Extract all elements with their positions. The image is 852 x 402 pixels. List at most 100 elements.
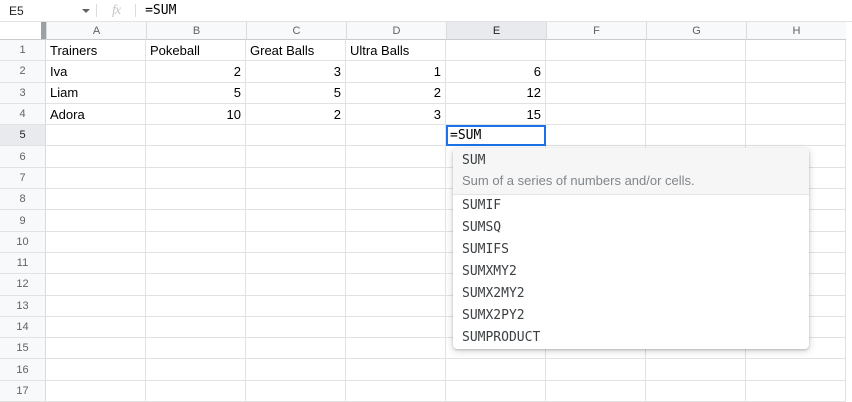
column-header-f[interactable]: F <box>546 22 646 40</box>
cell-h16[interactable] <box>746 359 846 380</box>
cell-f1[interactable] <box>546 40 646 61</box>
row-header-14[interactable]: 14 <box>0 317 46 338</box>
cell-c3[interactable]: 5 <box>246 83 346 104</box>
autocomplete-item-sumxmy2[interactable]: SUMXMY2 <box>453 261 809 283</box>
cell-g17[interactable] <box>646 381 746 402</box>
autocomplete-item-sumif[interactable]: SUMIF <box>453 195 809 217</box>
cell-f16[interactable] <box>546 359 646 380</box>
row-header-1[interactable]: 1 <box>0 40 46 61</box>
cell-a1[interactable]: Trainers <box>46 40 146 61</box>
row-header-11[interactable]: 11 <box>0 253 46 274</box>
cell-g2[interactable] <box>646 61 746 82</box>
cell-e17[interactable] <box>446 381 546 402</box>
cell-b17[interactable] <box>146 381 246 402</box>
cell-c17[interactable] <box>246 381 346 402</box>
cell-a7[interactable] <box>46 168 146 189</box>
cell-c12[interactable] <box>246 274 346 295</box>
name-box[interactable]: E5 <box>0 0 96 21</box>
cell-h1[interactable] <box>746 40 846 61</box>
cell-b14[interactable] <box>146 317 246 338</box>
column-header-h[interactable]: H <box>746 22 846 40</box>
cell-e2[interactable]: 6 <box>446 61 546 82</box>
select-all-corner[interactable] <box>0 22 46 40</box>
autocomplete-item-sumx2py2[interactable]: SUMX2PY2 <box>453 305 809 327</box>
cell-a17[interactable] <box>46 381 146 402</box>
cell-b11[interactable] <box>146 253 246 274</box>
chevron-down-icon[interactable] <box>82 9 90 13</box>
cell-e5-editing[interactable]: =SUM <box>446 125 546 146</box>
cell-f5[interactable] <box>546 125 646 146</box>
cell-d17[interactable] <box>346 381 446 402</box>
cell-c14[interactable] <box>246 317 346 338</box>
cell-d4[interactable]: 3 <box>346 104 446 125</box>
cell-a3[interactable]: Liam <box>46 83 146 104</box>
autocomplete-item-sum[interactable]: SUM Sum of a series of numbers and/or ce… <box>453 148 809 195</box>
cell-a4[interactable]: Adora <box>46 104 146 125</box>
cell-b15[interactable] <box>146 338 246 359</box>
cell-e3[interactable]: 12 <box>446 83 546 104</box>
cell-c4[interactable]: 2 <box>246 104 346 125</box>
cell-d8[interactable] <box>346 189 446 210</box>
cell-c6[interactable] <box>246 146 346 167</box>
cell-c15[interactable] <box>246 338 346 359</box>
column-header-b[interactable]: B <box>146 22 246 40</box>
cell-e16[interactable] <box>446 359 546 380</box>
row-header-2[interactable]: 2 <box>0 61 46 82</box>
cell-d5[interactable] <box>346 125 446 146</box>
cell-b12[interactable] <box>146 274 246 295</box>
cell-d16[interactable] <box>346 359 446 380</box>
cell-g4[interactable] <box>646 104 746 125</box>
cell-c16[interactable] <box>246 359 346 380</box>
row-header-4[interactable]: 4 <box>0 104 46 125</box>
cell-d10[interactable] <box>346 232 446 253</box>
cell-c13[interactable] <box>246 296 346 317</box>
formula-input[interactable]: =SUM <box>145 3 176 18</box>
cell-b6[interactable] <box>146 146 246 167</box>
cell-b9[interactable] <box>146 210 246 231</box>
cell-h17[interactable] <box>746 381 846 402</box>
row-header-12[interactable]: 12 <box>0 274 46 295</box>
cell-d11[interactable] <box>346 253 446 274</box>
cell-g1[interactable] <box>646 40 746 61</box>
cell-e4[interactable]: 15 <box>446 104 546 125</box>
cell-c9[interactable] <box>246 210 346 231</box>
autocomplete-item-sumifs[interactable]: SUMIFS <box>453 239 809 261</box>
autocomplete-item-sumproduct[interactable]: SUMPRODUCT <box>453 327 809 349</box>
cell-d15[interactable] <box>346 338 446 359</box>
cell-c8[interactable] <box>246 189 346 210</box>
cell-e1[interactable] <box>446 40 546 61</box>
cell-b10[interactable] <box>146 232 246 253</box>
cell-b16[interactable] <box>146 359 246 380</box>
row-header-13[interactable]: 13 <box>0 296 46 317</box>
cell-a8[interactable] <box>46 189 146 210</box>
cell-a5[interactable] <box>46 125 146 146</box>
cell-b8[interactable] <box>146 189 246 210</box>
cell-g16[interactable] <box>646 359 746 380</box>
cell-f3[interactable] <box>546 83 646 104</box>
row-header-17[interactable]: 17 <box>0 381 46 402</box>
row-header-10[interactable]: 10 <box>0 232 46 253</box>
autocomplete-item-sumsq[interactable]: SUMSQ <box>453 217 809 239</box>
cell-a9[interactable] <box>46 210 146 231</box>
cell-h2[interactable] <box>746 61 846 82</box>
cell-b4[interactable]: 10 <box>146 104 246 125</box>
row-header-6[interactable]: 6 <box>0 146 46 167</box>
cell-a6[interactable] <box>46 146 146 167</box>
column-header-a[interactable]: A <box>46 22 146 40</box>
cell-d12[interactable] <box>346 274 446 295</box>
cell-d2[interactable]: 1 <box>346 61 446 82</box>
cell-c7[interactable] <box>246 168 346 189</box>
cell-d9[interactable] <box>346 210 446 231</box>
cell-a10[interactable] <box>46 232 146 253</box>
cell-g5[interactable] <box>646 125 746 146</box>
row-header-5[interactable]: 5 <box>0 125 46 146</box>
row-header-3[interactable]: 3 <box>0 83 46 104</box>
cell-b5[interactable] <box>146 125 246 146</box>
cell-a11[interactable] <box>46 253 146 274</box>
column-header-c[interactable]: C <box>246 22 346 40</box>
cell-d6[interactable] <box>346 146 446 167</box>
cell-a16[interactable] <box>46 359 146 380</box>
cell-b3[interactable]: 5 <box>146 83 246 104</box>
cell-f4[interactable] <box>546 104 646 125</box>
row-header-9[interactable]: 9 <box>0 210 46 231</box>
